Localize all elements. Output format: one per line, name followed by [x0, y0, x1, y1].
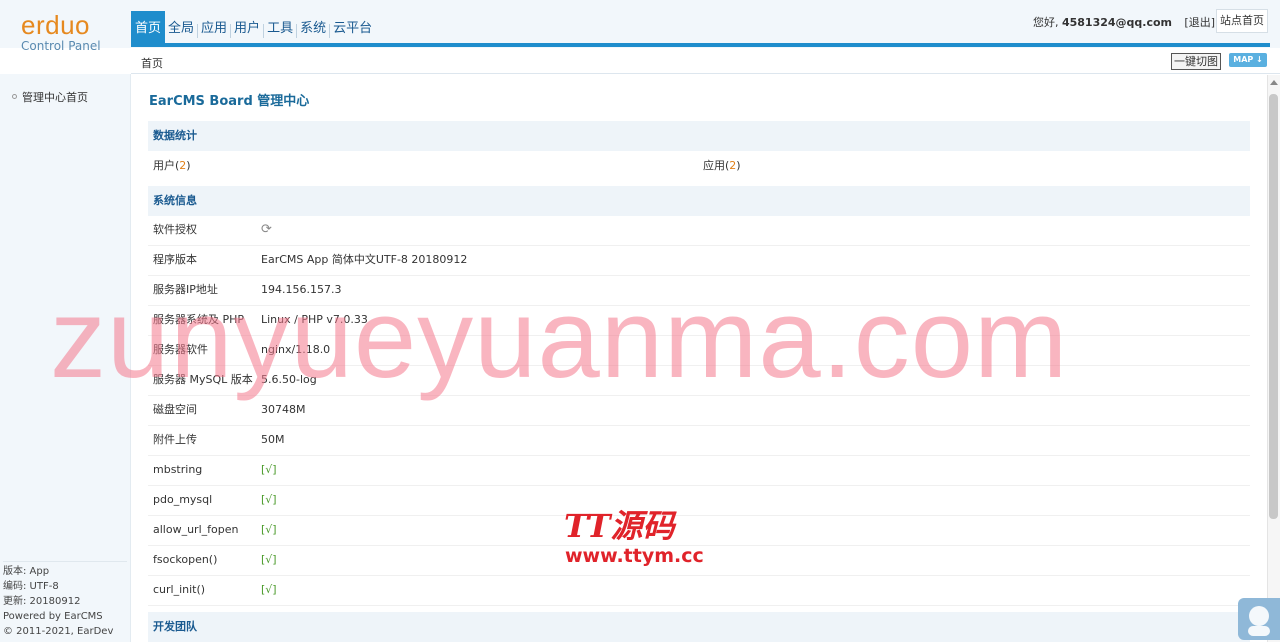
apps-stat[interactable]: 应用(2) [703, 153, 741, 179]
row-value: [√] [261, 493, 277, 506]
customer-service-graphic [1248, 606, 1270, 636]
bullet-icon [12, 94, 17, 99]
watermark-logo-text: TT源码 [564, 507, 677, 545]
logout-link[interactable]: [退出] [1184, 14, 1215, 30]
watermark-text: zunyueyuanma.com [50, 276, 1069, 401]
logo-main: erduo [21, 10, 90, 40]
user-info: 您好, 4581324@qq.com [1033, 14, 1172, 30]
section-header-stats: 数据统计 [148, 121, 1250, 151]
nav-item-apps[interactable]: 应用 [198, 11, 230, 44]
header: erduo Control Panel 首页 全局 应用 用户 工具 系统 云平… [0, 0, 1280, 53]
logo[interactable]: erduo Control Panel [21, 12, 111, 53]
row-key: 软件授权 [153, 223, 197, 236]
row-key: fsockopen() [153, 553, 218, 566]
users-stat[interactable]: 用户(2) [153, 153, 191, 179]
row-key: pdo_mysql [153, 493, 213, 506]
row-key: 程序版本 [153, 253, 197, 266]
row-value: [√] [261, 523, 277, 536]
row-value: ⟳ [261, 216, 272, 244]
nav-underline [131, 43, 1270, 47]
section-header-team: 开发团队 [148, 612, 1250, 642]
scroll-up-arrow-icon[interactable] [1270, 80, 1278, 85]
nav-item-home[interactable]: 首页 [131, 11, 166, 44]
nav-item-users[interactable]: 用户 [231, 11, 263, 44]
greeting: 您好, [1032, 16, 1059, 29]
watermark-url: www.ttym.cc [565, 545, 704, 567]
site-home-button[interactable]: 站点首页 [1216, 9, 1268, 33]
row-value: EarCMS App 简体中文UTF-8 20180912 [261, 253, 468, 266]
powered-by-text: Powered by EarCMS [3, 611, 103, 622]
onekey-switch-button[interactable]: 一键切图 [1171, 53, 1221, 70]
sidebar-item-label: 管理中心首页 [22, 91, 88, 104]
update-text: 更新: 20180912 [3, 596, 81, 607]
breadcrumb-bar: 首页 一键切图 MAP ↓ [131, 48, 1280, 74]
nav-item-tools[interactable]: 工具 [264, 11, 296, 44]
table-row: 软件授权 ⟳ [148, 216, 1250, 246]
user-email: 4581324@qq.com [1061, 16, 1172, 29]
copyright-text: © 2011-2021, EarDev Inc. [3, 626, 114, 642]
breadcrumb: 首页 [141, 57, 163, 70]
map-button[interactable]: MAP ↓ [1229, 53, 1267, 67]
row-value: [√] [261, 583, 277, 596]
row-key: allow_url_fopen [153, 523, 239, 536]
encoding-text: 编码: UTF-8 [3, 581, 59, 592]
sidebar-footer: 版本: App 编码: UTF-8 更新: 20180912 Powered b… [3, 561, 127, 642]
table-row: mbstring [√] [148, 456, 1250, 486]
table-row: 程序版本 EarCMS App 简体中文UTF-8 20180912 [148, 246, 1250, 276]
row-key: 附件上传 [153, 433, 197, 446]
row-key: curl_init() [153, 583, 206, 596]
page-title: EarCMS Board 管理中心 [149, 94, 310, 109]
top-nav: 首页 全局 应用 用户 工具 系统 云平台 [131, 11, 375, 44]
table-row: 附件上传 50M [148, 426, 1250, 456]
section-header-sysinfo: 系统信息 [148, 186, 1250, 216]
logo-sub: Control Panel [21, 39, 101, 53]
nav-item-cloud[interactable]: 云平台 [330, 11, 375, 44]
sidebar-item-admin-home[interactable]: 管理中心首页 [12, 89, 88, 105]
nav-item-global[interactable]: 全局 [165, 11, 197, 44]
row-value: 50M [261, 433, 285, 446]
watermark-logo-graphic: TT源码 [564, 507, 677, 545]
nav-item-system[interactable]: 系统 [297, 11, 329, 44]
row-key: mbstring [153, 463, 203, 476]
row-value: [√] [261, 463, 277, 476]
refresh-icon[interactable]: ⟳ [261, 222, 272, 237]
version-text: 版本: App [3, 566, 50, 577]
row-value: [√] [261, 553, 277, 566]
stats-row: 用户(2) 应用(2) [148, 153, 1250, 179]
customer-service-icon[interactable] [1238, 598, 1280, 640]
scrollbar-thumb[interactable] [1269, 94, 1278, 519]
table-row: curl_init() [√] [148, 576, 1250, 606]
